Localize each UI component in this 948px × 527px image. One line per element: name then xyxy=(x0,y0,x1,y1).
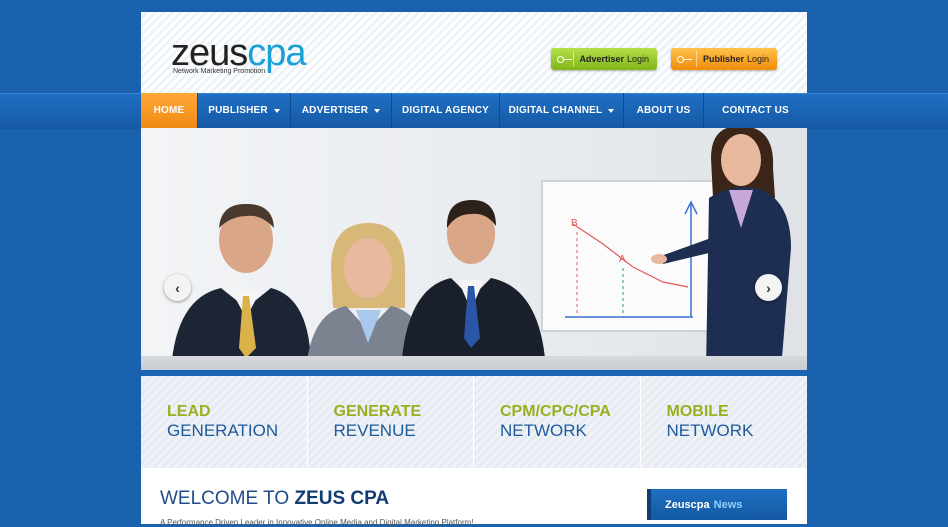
header: zeuscpa Network Marketing Promotion Adve… xyxy=(141,12,807,93)
chart-label-a: A xyxy=(619,254,626,265)
caret-down-icon xyxy=(374,108,381,113)
caret-down-icon xyxy=(608,108,615,113)
caret-down-icon xyxy=(273,108,280,113)
chart-label-b: B xyxy=(571,218,578,229)
advertiser-login-button[interactable]: Advertiser Login xyxy=(551,48,657,70)
nav-item-label: ADVERTISER xyxy=(301,105,369,116)
nav-item-home[interactable]: HOME xyxy=(141,93,198,128)
feature-subtitle: NETWORK xyxy=(666,421,754,440)
feature-subtitle: GENERATION xyxy=(167,421,279,440)
slider-next-button[interactable]: › xyxy=(755,274,782,301)
feature-mobile-network[interactable]: MOBILE NETWORK xyxy=(640,376,807,468)
welcome-heading: WELCOME TO ZEUS CPA xyxy=(160,488,389,510)
key-icon xyxy=(557,55,572,63)
businessman-right xyxy=(401,200,546,370)
hero-slider: B A xyxy=(141,128,807,370)
nav-item-label: CONTACT US xyxy=(722,105,789,116)
feature-title: LEAD xyxy=(167,403,211,420)
logo[interactable]: zeuscpa Network Marketing Promotion xyxy=(171,34,307,75)
businesswoman-presenter xyxy=(651,128,791,370)
welcome-subtitle: A Performance Driven Leader in Innovativ… xyxy=(160,518,474,527)
feature-subtitle: NETWORK xyxy=(500,421,587,440)
table-surface xyxy=(141,356,807,370)
feature-title: CPM/CPC/CPA xyxy=(500,403,611,420)
chevron-right-icon: › xyxy=(766,279,771,296)
news-header[interactable]: Zeuscpa News xyxy=(647,489,787,520)
feature-cpm-cpc-cpa-network[interactable]: CPM/CPC/CPA NETWORK xyxy=(474,376,641,468)
slider-prev-button[interactable]: ‹ xyxy=(164,274,191,301)
feature-generate-revenue[interactable]: GENERATE REVENUE xyxy=(307,376,474,468)
publisher-login-button[interactable]: Publisher Login xyxy=(671,48,777,70)
nav-item-publisher[interactable]: PUBLISHER xyxy=(198,93,291,128)
nav-item-digital-agency[interactable]: DIGITAL AGENCY xyxy=(392,93,500,128)
button-separator xyxy=(696,51,697,67)
news-title: Zeuscpa xyxy=(665,498,710,511)
chevron-left-icon: ‹ xyxy=(175,279,180,296)
publisher-login-label: Publisher xyxy=(702,54,744,64)
features-strip: LEAD GENERATION GENERATE REVENUE CPM/CPC… xyxy=(141,376,807,468)
nav-item-label: DIGITAL CHANNEL xyxy=(508,105,603,116)
nav-item-contact-us[interactable]: CONTACT US xyxy=(704,93,807,128)
advertiser-login-suffix: Login xyxy=(626,54,649,64)
button-separator xyxy=(572,51,574,67)
welcome-prefix: WELCOME TO xyxy=(160,488,290,509)
feature-lead-generation[interactable]: LEAD GENERATION xyxy=(141,376,308,468)
nav-item-label: ABOUT US xyxy=(636,105,691,116)
welcome-brand: ZEUS CPA xyxy=(294,488,390,509)
nav-item-advertiser[interactable]: ADVERTISER xyxy=(291,93,392,128)
feature-title: GENERATE xyxy=(333,403,422,420)
nav-item-digital-channel[interactable]: DIGITAL CHANNEL xyxy=(500,93,624,128)
nav-item-label: HOME xyxy=(153,105,185,116)
feature-title: MOBILE xyxy=(666,403,729,420)
feature-subtitle: REVENUE xyxy=(333,421,416,440)
nav-item-about-us[interactable]: ABOUT US xyxy=(624,93,704,128)
publisher-login-suffix: Login xyxy=(746,54,769,64)
news-title-accent: News xyxy=(713,498,743,511)
logo-text: zeuscpa xyxy=(171,34,307,72)
advertiser-login-label: Advertiser xyxy=(579,54,624,64)
nav-item-label: PUBLISHER xyxy=(208,105,268,116)
main-nav: HOME PUBLISHER ADVERTISER DIGITAL AGENCY… xyxy=(141,93,807,128)
nav-item-label: DIGITAL AGENCY xyxy=(401,105,490,116)
key-icon xyxy=(677,55,693,63)
